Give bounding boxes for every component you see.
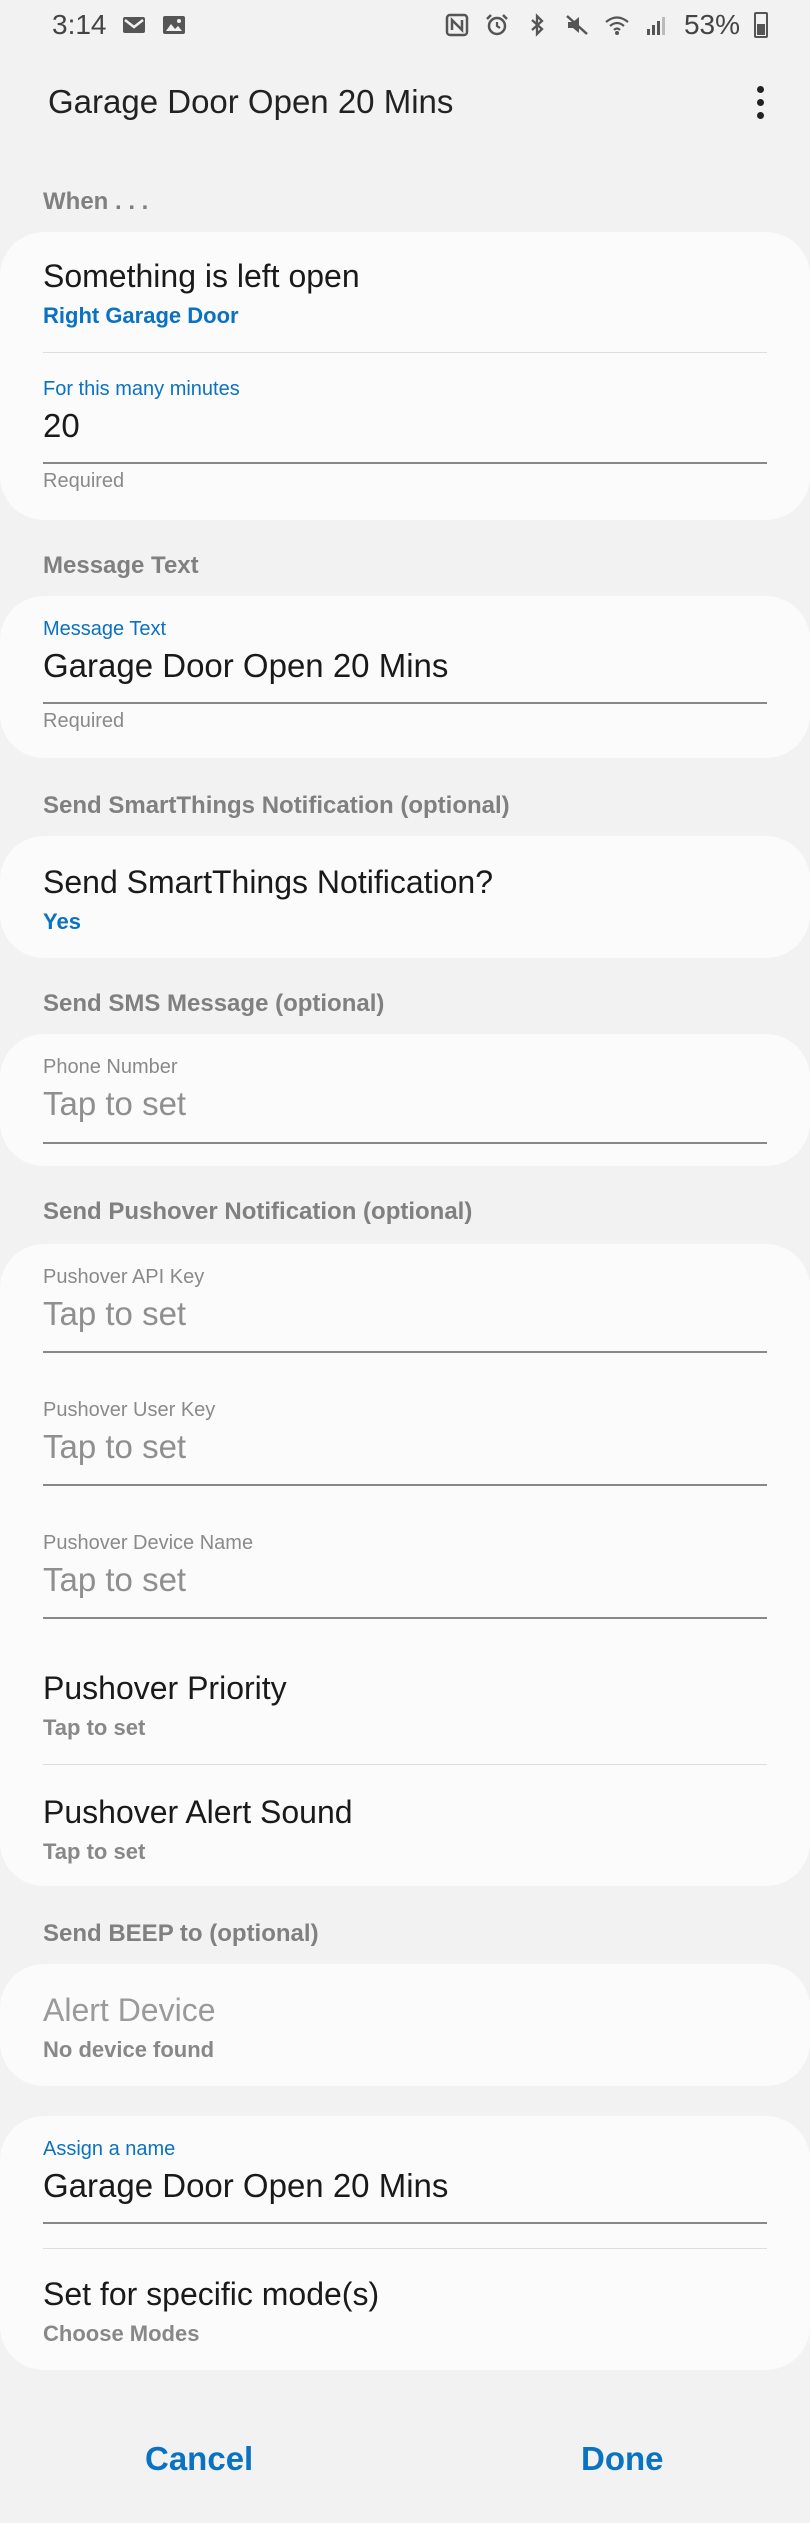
section-label-when: When . . . [43, 188, 149, 215]
battery-percent: 53% [683, 9, 740, 40]
gallery-icon [162, 16, 185, 34]
section-label-pushover: Send Pushover Notification (optional) [43, 1198, 473, 1225]
alarm-icon [486, 14, 508, 36]
more-options-icon[interactable] [740, 72, 780, 132]
name-input[interactable]: Garage Door Open 20 Mins [43, 2167, 767, 2205]
signal-icon [646, 17, 665, 35]
mute-icon [566, 15, 588, 35]
device-name-underline [43, 1617, 767, 1619]
wifi-icon [605, 16, 629, 35]
section-label-smartthings: Send SmartThings Notification (optional) [43, 792, 510, 819]
nfc-icon [445, 13, 469, 37]
message-field[interactable]: Message Text Garage Door Open 20 Mins [43, 618, 767, 685]
alert-device-row[interactable]: Alert Device No device found [43, 1992, 767, 2063]
bluetooth-icon [531, 13, 544, 37]
cancel-button[interactable]: Cancel [145, 2440, 253, 2478]
more-dot [756, 85, 764, 93]
modes-row[interactable]: Set for specific mode(s) Choose Modes [43, 2276, 767, 2347]
status-bar: 3:14 53% [0, 0, 810, 50]
user-key-field[interactable]: Pushover User Key Tap to set [43, 1399, 767, 1466]
phone-input[interactable]: Tap to set [43, 1085, 767, 1123]
priority-row[interactable]: Pushover Priority Tap to set [43, 1670, 767, 1741]
alert-sound-row[interactable]: Pushover Alert Sound Tap to set [43, 1794, 767, 1865]
message-card: Message Text Garage Door Open 20 Mins Re… [0, 596, 810, 758]
priority-title: Pushover Priority [43, 1670, 287, 1706]
when-card: Something is left open Right Garage Door… [0, 232, 810, 520]
user-key-label: Pushover User Key [43, 1399, 216, 1421]
message-label: Message Text [43, 618, 167, 640]
phone-underline [43, 1142, 767, 1144]
device-name-field[interactable]: Pushover Device Name Tap to set [43, 1532, 767, 1599]
priority-value: Tap to set [43, 1715, 146, 1740]
name-field[interactable]: Assign a name Garage Door Open 20 Mins [43, 2138, 767, 2205]
user-key-input[interactable]: Tap to set [43, 1428, 767, 1466]
name-label: Assign a name [43, 2138, 176, 2160]
trigger-value: Right Garage Door [43, 303, 239, 328]
status-right: 53% [444, 9, 768, 41]
api-key-field[interactable]: Pushover API Key Tap to set [43, 1266, 767, 1333]
api-key-input[interactable]: Tap to set [43, 1295, 767, 1333]
smartthings-row[interactable]: Send SmartThings Notification? Yes [43, 864, 767, 935]
name-underline [43, 2222, 767, 2224]
battery-icon [754, 12, 768, 38]
beep-card: Alert Device No device found [0, 1964, 810, 2086]
minutes-label: For this many minutes [43, 378, 240, 400]
status-time: 3:14 [52, 9, 107, 40]
message-underline [43, 702, 767, 704]
sms-card: Phone Number Tap to set [0, 1034, 810, 1166]
device-name-label: Pushover Device Name [43, 1532, 254, 1554]
pushover-card: Pushover API Key Tap to set Pushover Use… [0, 1244, 810, 1886]
alert-device-title: Alert Device [43, 1992, 216, 2028]
page-title: Garage Door Open 20 Mins [48, 83, 454, 120]
section-label-message: Message Text [43, 552, 199, 579]
gmail-icon [122, 17, 145, 33]
alert-sound-title: Pushover Alert Sound [43, 1794, 353, 1830]
status-left: 3:14 [52, 9, 187, 41]
divider [43, 2248, 767, 2249]
trigger-row[interactable]: Something is left open Right Garage Door [43, 258, 767, 329]
done-button[interactable]: Done [581, 2440, 664, 2478]
api-key-label: Pushover API Key [43, 1266, 205, 1288]
smartthings-title: Send SmartThings Notification? [43, 864, 493, 900]
app-bar: Garage Door Open 20 Mins [0, 62, 810, 142]
minutes-value[interactable]: 20 [43, 407, 767, 445]
divider [43, 352, 767, 353]
section-label-sms: Send SMS Message (optional) [43, 990, 385, 1017]
phone-field[interactable]: Phone Number Tap to set [43, 1056, 767, 1123]
alert-device-value: No device found [43, 2037, 215, 2062]
section-label-beep: Send BEEP to (optional) [43, 1920, 319, 1947]
more-dot [756, 111, 764, 119]
more-dot [756, 98, 764, 106]
message-value[interactable]: Garage Door Open 20 Mins [43, 647, 767, 685]
smartthings-value: Yes [43, 909, 81, 934]
divider [43, 1764, 767, 1765]
user-key-underline [43, 1484, 767, 1486]
minutes-helper: Required [43, 470, 125, 492]
alert-sound-value: Tap to set [43, 1839, 146, 1864]
name-card: Assign a name Garage Door Open 20 Mins S… [0, 2116, 810, 2370]
message-helper: Required [43, 710, 125, 732]
trigger-title: Something is left open [43, 258, 360, 294]
phone-label: Phone Number [43, 1056, 178, 1078]
api-key-underline [43, 1351, 767, 1353]
minutes-field[interactable]: For this many minutes 20 [43, 378, 767, 445]
device-name-input[interactable]: Tap to set [43, 1561, 767, 1599]
smartthings-card: Send SmartThings Notification? Yes [0, 836, 810, 958]
modes-value: Choose Modes [43, 2321, 200, 2346]
modes-title: Set for specific mode(s) [43, 2276, 380, 2312]
minutes-underline [43, 462, 767, 464]
